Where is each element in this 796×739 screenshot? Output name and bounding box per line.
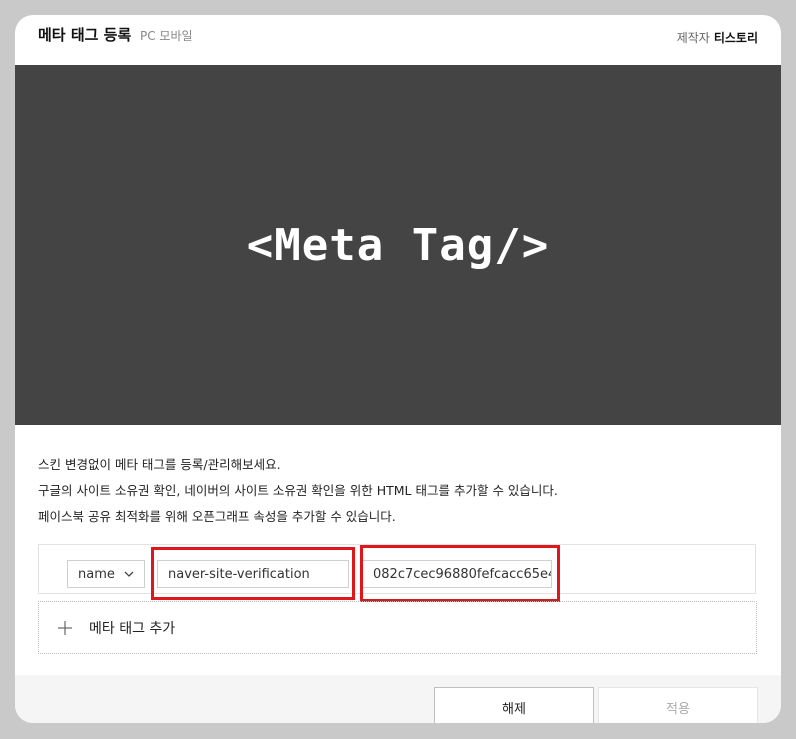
author-name: 티스토리 xyxy=(713,31,758,45)
modal-header: 메타 태그 등록 PC 모바일 제작자 티스토리 xyxy=(15,15,781,65)
description: 스킨 변경없이 메타 태그를 등록/관리해보세요. 구글의 사이트 소유권 확인… xyxy=(38,452,558,530)
description-line: 스킨 변경없이 메타 태그를 등록/관리해보세요. xyxy=(38,457,281,472)
apply-button[interactable]: 적용 xyxy=(598,687,758,723)
add-meta-tag-label: 메타 태그 추가 xyxy=(89,620,176,637)
cancel-button[interactable]: 해제 xyxy=(434,687,594,723)
modal-footer: 해제 적용 xyxy=(15,675,781,723)
plus-icon xyxy=(58,620,72,635)
description-line: 구글의 사이트 소유권 확인, 네이버의 사이트 소유권 확인을 위한 HTML… xyxy=(38,483,558,498)
meta-tag-row: name naver-site-verification 082c7cec968… xyxy=(38,544,756,602)
attribute-select-value: name xyxy=(78,566,115,582)
modal-subtitle: PC 모바일 xyxy=(140,29,193,43)
attribute-select[interactable]: name xyxy=(67,560,145,588)
chevron-down-icon xyxy=(124,571,134,577)
highlight-box xyxy=(360,545,560,602)
highlight-box xyxy=(151,547,355,600)
author-info: 제작자 티스토리 xyxy=(677,29,758,46)
description-line: 페이스북 공유 최적화를 위해 오픈그래프 속성을 추가할 수 있습니다. xyxy=(38,509,396,524)
add-meta-tag-button[interactable]: 메타 태그 추가 xyxy=(38,601,757,654)
author-label: 제작자 xyxy=(676,31,710,45)
banner-text: <Meta Tag/> xyxy=(246,219,550,271)
meta-tag-modal: 메타 태그 등록 PC 모바일 제작자 티스토리 <Meta Tag/> 스킨 변… xyxy=(15,15,781,723)
meta-tag-banner: <Meta Tag/> xyxy=(15,65,781,425)
modal-title: 메타 태그 등록 xyxy=(38,26,132,44)
